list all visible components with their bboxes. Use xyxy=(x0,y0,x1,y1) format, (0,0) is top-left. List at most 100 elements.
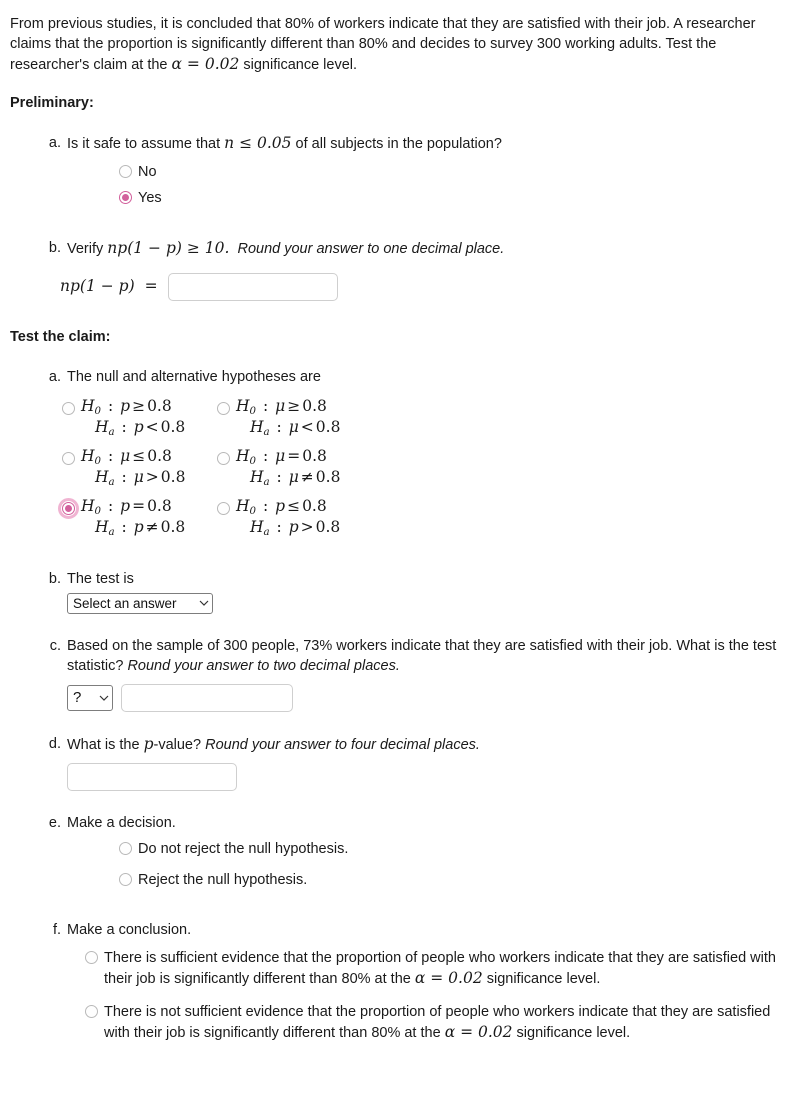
p-value-text-after: -value? xyxy=(153,736,206,753)
test-statistic-input[interactable] xyxy=(121,683,293,712)
alt-relation: ≠ xyxy=(300,467,314,486)
rounding-hint: Round your answer to four decimal places… xyxy=(205,736,480,753)
null-value: 0.8 xyxy=(147,496,172,515)
test-claim-e-question: Make a decision. xyxy=(67,815,176,832)
radio-button[interactable] xyxy=(58,497,79,519)
preliminary-heading: Preliminary: xyxy=(10,95,94,112)
hypothesis-option-5[interactable]: H0 : p = 0.8 Ha : p ≠ 0.8 xyxy=(58,496,217,539)
colon: : xyxy=(271,418,287,437)
alt-relation: < xyxy=(300,418,314,437)
alpha-equals: = xyxy=(182,55,205,73)
null-parameter: μ xyxy=(275,397,286,416)
null-parameter: μ xyxy=(275,446,286,465)
null-hypothesis-line: H0 : μ ≤0.8 xyxy=(81,446,172,467)
hypothesis-row: H0 : p ≥0.8 Ha : p <0.8 H0 : μ ≥0.8 Ha : μ <… xyxy=(62,397,788,439)
ha-label: H xyxy=(250,467,264,486)
test-claim-f-question: Make a conclusion. xyxy=(67,922,192,939)
alt-value: 0.8 xyxy=(160,418,186,437)
null-hypothesis-line: H0 : p ≤0.8 xyxy=(236,497,327,517)
preliminary-item-b: b. Verify np(1 − p) ≥ 10. Round your ans… xyxy=(10,238,788,259)
conclusion-option-not-sufficient[interactable]: There is not sufficient evidence that th… xyxy=(85,1002,788,1043)
null-parameter: μ xyxy=(120,446,131,465)
conclusion-text-2: significance level. xyxy=(512,1025,631,1042)
h0-label: H xyxy=(81,446,95,465)
preliminary-b-question: Verify np(1 − p) ≥ 10. Round your answer… xyxy=(67,238,788,259)
radio-button[interactable] xyxy=(85,1005,98,1019)
alt-hypothesis-line: Ha : p ≠ 0.8 xyxy=(81,518,185,538)
alpha-equals: = xyxy=(455,1023,478,1042)
alt-parameter: μ xyxy=(133,467,144,486)
null-relation: ≥ xyxy=(287,397,301,416)
alt-parameter: p xyxy=(133,418,144,437)
decision-option-do-not-reject[interactable]: Do not reject the null hypothesis. xyxy=(119,839,788,859)
hypothesis-option-2[interactable]: H0 : μ ≥0.8 Ha : μ <0.8 xyxy=(217,397,372,439)
h0-label: H xyxy=(236,446,250,465)
test-claim-heading: Test the claim: xyxy=(10,329,111,346)
null-relation: ≤ xyxy=(132,446,146,465)
rounding-hint: Round your answer to one decimal place. xyxy=(237,240,505,257)
alpha-symbol: α xyxy=(171,55,182,73)
radio-button[interactable] xyxy=(85,951,98,965)
test-claim-a-marker: a. xyxy=(48,369,61,386)
radio-button[interactable] xyxy=(119,190,132,204)
statistic-type-select[interactable]: ? xyxy=(67,684,113,711)
null-hypothesis-line: H0 : μ = 0.8 xyxy=(236,446,327,467)
statistic-type-select-wrap: ? xyxy=(67,684,113,711)
radio-button[interactable] xyxy=(62,451,75,465)
test-claim-d-marker: d. xyxy=(48,735,61,752)
radio-button[interactable] xyxy=(217,501,230,515)
le-symbol: ≤ xyxy=(234,134,257,153)
alt-value: 0.8 xyxy=(315,418,341,437)
null-relation: = xyxy=(132,496,146,515)
hypothesis-option-6[interactable]: H0 : p ≤0.8 Ha : p >0.8 xyxy=(217,497,372,539)
ha-label: H xyxy=(250,418,264,437)
decision-option-reject[interactable]: Reject the null hypothesis. xyxy=(119,870,788,890)
np-expression: np(1 − p) xyxy=(107,238,182,257)
alt-hypothesis-line: Ha : μ <0.8 xyxy=(236,418,341,438)
radio-button[interactable] xyxy=(119,164,132,178)
test-type-select[interactable]: Select an answer xyxy=(67,592,213,614)
test-claim-c-marker: c. xyxy=(49,637,61,654)
problem-statement-text-2: significance level. xyxy=(239,57,358,73)
preliminary-a-text-after: of all subjects in the population? xyxy=(291,136,502,153)
null-value: 0.8 xyxy=(147,397,172,416)
hypothesis-option-1[interactable]: H0 : p ≥0.8 Ha : p <0.8 xyxy=(62,397,217,439)
radio-button[interactable] xyxy=(62,402,75,416)
ha-subscript: a xyxy=(263,476,270,488)
radio-button[interactable] xyxy=(119,842,132,856)
conclusion-text-2: significance level. xyxy=(482,971,601,988)
test-claim-a-question: The null and alternative hypotheses are xyxy=(67,369,321,386)
h0-label: H xyxy=(81,397,95,416)
np-equation-row: np(1 − p) = xyxy=(10,273,788,302)
alt-hypothesis-line: Ha : p >0.8 xyxy=(236,517,340,538)
null-value: 0.8 xyxy=(302,397,327,416)
test-claim-item-e: e. Make a decision. Do not reject the nu… xyxy=(10,813,788,890)
preliminary-a-option-no[interactable]: No xyxy=(119,162,788,182)
hypothesis-option-3[interactable]: H0 : μ ≤0.8 Ha : μ >0.8 xyxy=(62,447,217,489)
colon: : xyxy=(271,467,287,486)
null-hypothesis-line: H0 : p ≥0.8 xyxy=(81,397,172,417)
p-value-input[interactable] xyxy=(67,763,237,792)
null-value: 0.8 xyxy=(147,446,172,465)
option-label: There is not sufficient evidence that th… xyxy=(104,1002,788,1043)
preliminary-a-text-before: Is it safe to assume that xyxy=(67,136,225,153)
preliminary-a-option-yes[interactable]: Yes xyxy=(119,188,788,208)
alt-hypothesis-line: Ha : μ ≠ 0.8 xyxy=(236,467,341,488)
option-label: Reject the null hypothesis. xyxy=(138,872,308,889)
radio-button[interactable] xyxy=(217,451,230,465)
alt-relation: > xyxy=(300,517,314,536)
alt-parameter: μ xyxy=(288,467,299,486)
radio-button[interactable] xyxy=(119,873,132,887)
conclusion-option-sufficient[interactable]: There is sufficient evidence that the pr… xyxy=(85,948,788,989)
alt-value: 0.8 xyxy=(315,467,341,486)
alpha-value: 0.02 xyxy=(204,55,240,73)
alt-value: 0.8 xyxy=(160,467,186,486)
radio-button[interactable] xyxy=(217,402,230,416)
hypothesis-row: H0 : p = 0.8 Ha : p ≠ 0.8 H0 : p ≤0.8 Ha : p >… xyxy=(58,496,788,539)
option-label: Do not reject the null hypothesis. xyxy=(138,841,349,858)
alt-hypothesis-line: Ha : μ >0.8 xyxy=(81,467,186,488)
hypothesis-option-4[interactable]: H0 : μ = 0.8 Ha : μ ≠ 0.8 xyxy=(217,447,372,489)
np-answer-input[interactable] xyxy=(167,273,338,302)
np-equals-sign: = xyxy=(144,277,158,296)
option-label: Yes xyxy=(138,189,162,206)
